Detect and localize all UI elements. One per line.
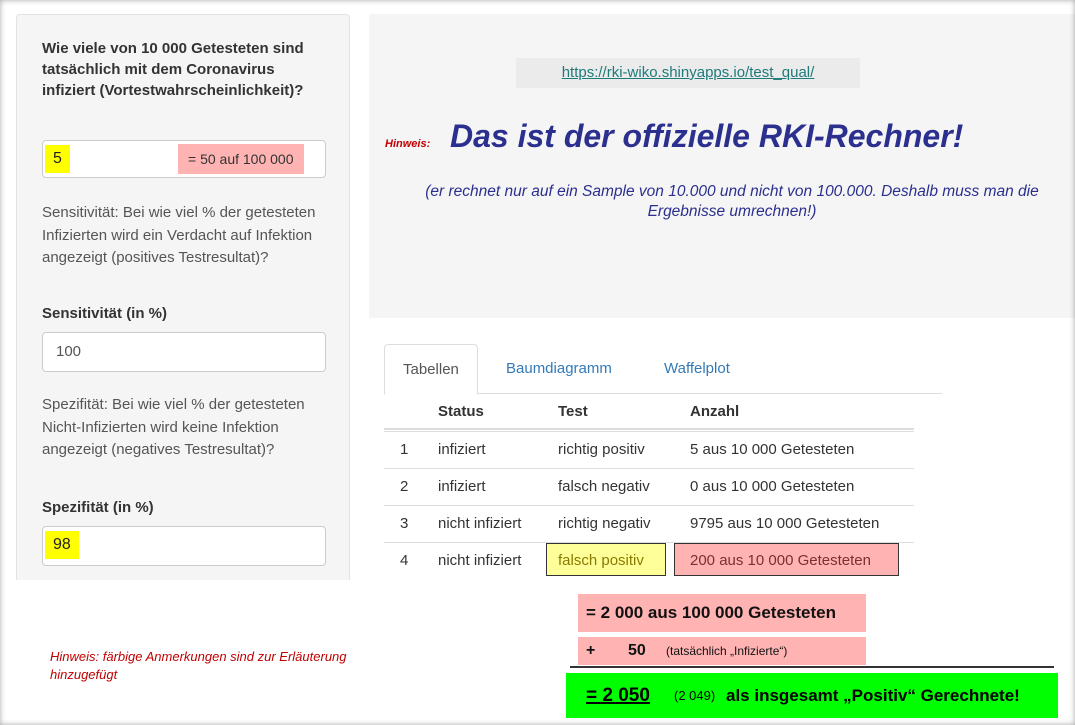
row-test: richtig positiv [558,441,645,458]
prevalence-question: Wie viele von 10 000 Getesteten sind tat… [42,40,304,99]
row-anzahl: 0 aus 10 000 Getesteten [690,478,855,495]
prevalence-value: 5 [45,145,70,173]
prevalence-annotation: = 50 auf 100 000 [178,144,304,174]
sample-note: (er rechnet nur auf ein Sample von 10.00… [425,183,1039,220]
url-box: https://rki-wiko.shinyapps.io/test_qual/ [516,58,860,88]
sensitivity-value: 100 [56,343,82,360]
result-label: als insgesamt „Positiv“ Gerechnete! [726,686,1020,705]
annotation-hint: Hinweis: färbige Anmerkungen sind zur Er… [50,649,347,682]
row-test: falsch positiv [558,552,644,569]
row-status: nicht infiziert [438,552,522,569]
row-index: 2 [400,478,409,495]
tab-bar: Tabellen Baumdiagramm Waffelplot [384,344,942,395]
rki-calculator-link[interactable]: https://rki-wiko.shinyapps.io/test_qual/ [562,64,815,81]
specificity-input[interactable] [42,526,326,566]
scaled-false-positives: = 2 000 aus 100 000 Getesteten [578,594,866,632]
tab-tabellen[interactable]: Tabellen [384,344,478,395]
tab-waffelplot[interactable]: Waffelplot [646,344,748,394]
row-anzahl: 9795 aus 10 000 Getesteten [690,515,880,532]
row-anzahl: 5 aus 10 000 Getesteten [690,441,855,458]
row-index: 1 [400,441,409,458]
header-anzahl: Anzahl [690,403,740,420]
row-status: infiziert [438,441,486,458]
total-positive-result: = 2 050 (2 049) als insgesamt „Positiv“ … [566,673,1058,718]
plus-infected-number: 50 [628,642,646,659]
header-test: Test [558,403,588,420]
row-test: richtig negativ [558,515,651,532]
plus-sign: + [586,642,596,659]
table-header-row: Status Test Anzahl [384,394,914,430]
result-total: = 2 050 [586,685,650,706]
table-row: 3 nicht infiziert richtig negativ 9795 a… [384,505,914,542]
plus-infected-row: + 50 (tatsächlich „Infizierte“) [578,637,866,665]
sensitivity-input[interactable]: 100 [42,332,326,372]
tab-baumdiagramm[interactable]: Baumdiagramm [488,344,630,394]
row-status: nicht infiziert [438,515,522,532]
row-index: 3 [400,515,409,532]
result-alt: (2 049) [674,688,716,703]
table-row: 1 infiziert richtig positiv 5 aus 10 000… [384,431,914,468]
sum-divider [570,666,1054,668]
plus-infected-note: (tatsächlich „Infizierte“) [666,644,788,658]
header-status: Status [438,403,484,420]
row-status: infiziert [438,478,486,495]
row-test: falsch negativ [558,478,650,495]
sensitivity-label: Sensitivität (in %) [42,305,168,322]
specificity-help-text: Spezifität: Bei wie viel % der getestete… [42,396,305,458]
specificity-label: Spezifität (in %) [42,499,154,516]
specificity-value: 98 [45,531,79,559]
table-row: 4 nicht infiziert falsch positiv 200 aus… [384,542,914,579]
table-row: 2 infiziert falsch negativ 0 aus 10 000 … [384,468,914,505]
row-anzahl: 200 aus 10 000 Getesteten [690,552,871,569]
hinweis-label: Hinweis: [385,138,431,150]
row-index: 4 [400,552,409,569]
headline: Das ist der offizielle RKI-Rechner! [450,118,964,154]
sensitivity-help-text: Sensitivität: Bei wie viel % der geteste… [42,204,316,266]
